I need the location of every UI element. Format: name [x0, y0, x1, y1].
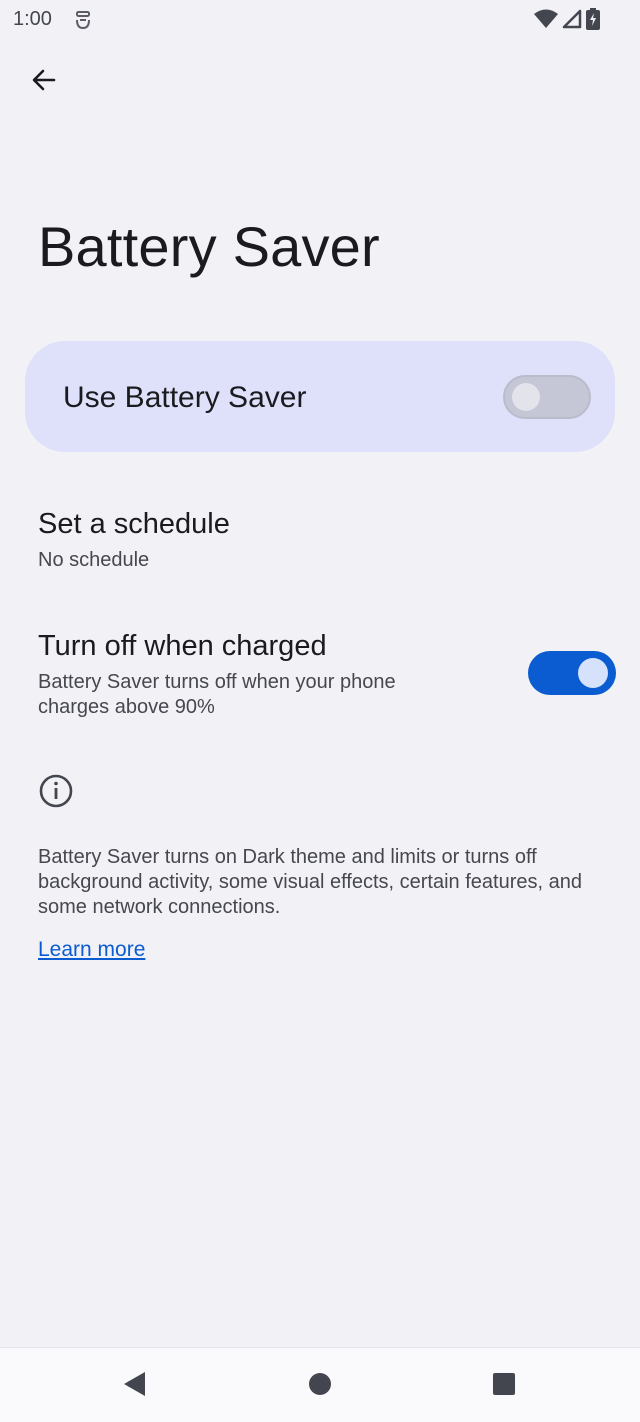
- page-title: Battery Saver: [38, 215, 380, 278]
- nav-recents-icon: [491, 1371, 517, 1402]
- back-button[interactable]: [22, 60, 66, 104]
- nav-recents-button[interactable]: [488, 1370, 520, 1402]
- footer-text: Battery Saver turns on Dark theme and li…: [38, 846, 582, 918]
- battery-charging-icon: [586, 8, 600, 30]
- nav-home-icon: [307, 1371, 333, 1402]
- learn-more-link[interactable]: Learn more: [38, 938, 145, 962]
- toggle-thumb: [512, 383, 540, 411]
- nav-home-button[interactable]: [304, 1370, 336, 1402]
- turn-off-when-charged-title: Turn off when charged: [38, 630, 327, 662]
- nav-back-icon: [121, 1370, 147, 1403]
- status-time: 1:00: [13, 8, 52, 30]
- schedule-summary: No schedule: [38, 549, 150, 571]
- notification-icon: [72, 9, 94, 31]
- main-switch-label: Use Battery Saver: [63, 381, 307, 414]
- screen: 1:00 Battery Saver Use Battery Saver Set…: [0, 0, 640, 1422]
- turn-off-when-charged-toggle[interactable]: [528, 651, 616, 695]
- navigation-bar: [0, 1347, 640, 1422]
- status-icons: [534, 8, 600, 30]
- nav-back-button[interactable]: [118, 1370, 150, 1402]
- cell-signal-icon: [562, 9, 582, 29]
- turn-off-when-charged-summary: Battery Saver turns off when your phone …: [38, 671, 396, 718]
- schedule-title: Set a schedule: [38, 508, 230, 540]
- info-icon: [38, 773, 74, 809]
- back-arrow-icon: [30, 66, 58, 99]
- toggle-thumb: [578, 658, 608, 688]
- wifi-icon: [534, 9, 558, 29]
- status-bar: 1:00: [0, 0, 640, 40]
- battery-saver-toggle[interactable]: [503, 375, 591, 419]
